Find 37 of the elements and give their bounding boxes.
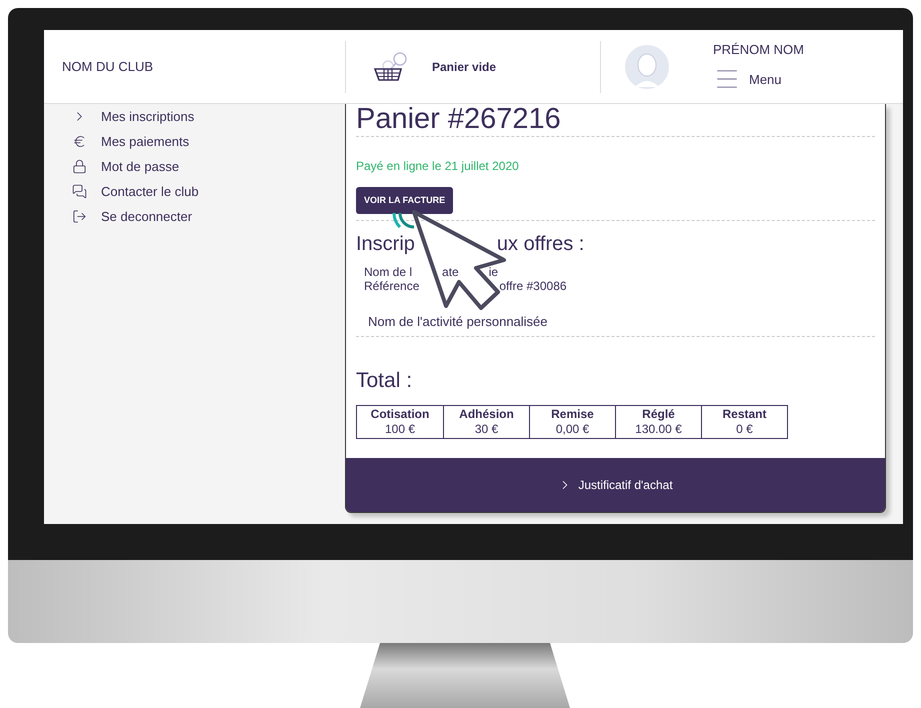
cart-status[interactable]: Panier vide [432,58,496,76]
offer-text: Référence [364,279,420,294]
lock-icon [72,159,87,174]
club-name[interactable]: NOM DU CLUB [62,58,154,74]
sidebar-link[interactable]: Se deconnecter [72,207,345,226]
column-header: Cotisation [370,406,430,422]
column-header: Remise [551,406,594,422]
basket-icon[interactable] [372,52,408,82]
table-cell: 30 € [474,422,498,437]
offer-text: Nom de l [364,265,412,280]
offer-text: offre #30086 [499,279,567,294]
total-heading: Total : [356,368,414,394]
cart-title: Panier #267216 [356,104,562,134]
logout-icon [72,209,87,224]
activity-name: Nom de l'activité personnalisée [368,314,548,330]
sidebar-link[interactable]: Mot de passe [72,157,345,176]
table-cell: 0,00 € [556,422,590,437]
sidebar-link[interactable]: Contacter le club [72,182,345,201]
column-header: Adhésion [459,406,514,422]
invoice-button[interactable]: VOIR LA FACTURE [356,187,454,214]
column-header: Restant [722,406,766,422]
table-cell: 130.00 € [635,422,682,437]
payment-status: Payé en ligne le 21 juillet 2020 [356,158,520,175]
receipt-link[interactable]: Justificatif d'achat [346,458,885,512]
offer-text: ie [488,265,498,280]
euro-icon [72,134,87,149]
menu-button[interactable]: Menu [713,65,804,94]
section-heading: Inscrip [356,232,415,258]
table-cell: 100 € [384,422,416,437]
offer-text: ate [442,265,459,280]
sidebar-link[interactable]: Mes inscriptions [72,107,345,126]
column-header: Réglé [642,406,675,422]
table-cell: 0 € [736,422,753,437]
chat-icon [72,184,87,199]
sidebar-link[interactable]: Mes paiements [72,132,345,151]
user-name: PRÉNOM NOM [713,40,804,59]
section-heading: ux offres : [496,232,584,258]
